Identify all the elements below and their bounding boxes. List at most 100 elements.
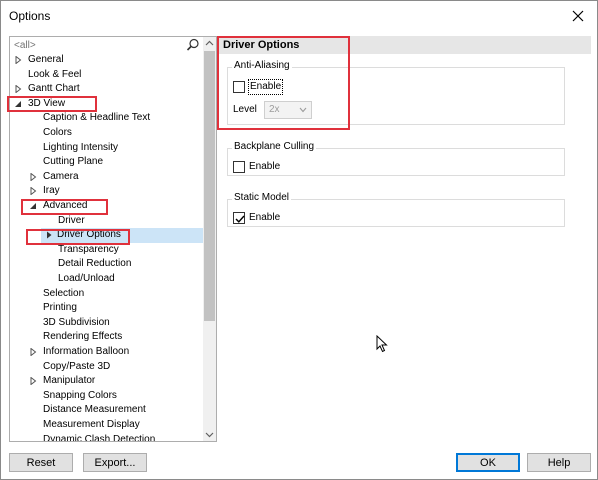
tree-item-label: Rendering Effects <box>43 331 123 343</box>
tree-item-manipulator[interactable]: Manipulator <box>10 374 203 389</box>
close-icon[interactable] <box>567 5 589 27</box>
window-title: Options <box>9 9 51 23</box>
tree-item-information-balloon[interactable]: Information Balloon <box>10 345 203 360</box>
mouse-cursor-icon <box>376 334 388 353</box>
scroll-thumb[interactable] <box>204 51 215 321</box>
title-bar: Options <box>1 1 597 31</box>
tree-item-label: Printing <box>43 302 77 314</box>
chevron-down-icon <box>299 107 307 113</box>
tree-item-3d-subdivision[interactable]: 3D Subdivision <box>10 316 203 331</box>
tree-item-label: Driver <box>58 214 85 226</box>
expanded-arrow-icon[interactable] <box>29 199 39 213</box>
export-button[interactable]: Export... <box>83 453 147 472</box>
tree-item-label: Load/Unload <box>58 273 115 284</box>
tree-item-label: Driver Options <box>57 229 121 241</box>
tree-item-dynamic-clash-detection[interactable]: Dynamic Clash Detection <box>10 433 203 442</box>
tree-item-detail-reduction[interactable]: Detail Reduction <box>10 257 203 272</box>
panel-header: Driver Options <box>217 36 591 54</box>
tree-item-label: Detail Reduction <box>58 258 132 270</box>
tree-item-look-feel[interactable]: Look & Feel <box>10 68 203 83</box>
tree-item-label: Look & Feel <box>28 68 82 80</box>
tree-item-label: General <box>28 54 64 65</box>
tree-item-printing[interactable]: Printing <box>10 301 203 316</box>
static-model-enable-checkbox[interactable]: Enable <box>233 211 293 225</box>
tree-item-3d-view[interactable]: 3D View <box>10 97 203 112</box>
checkbox-label: Enable <box>249 212 281 223</box>
collapsed-arrow-icon[interactable] <box>45 228 55 242</box>
tree-item-label: Advanced <box>43 200 88 211</box>
tree-item-label: Transparency <box>58 243 119 255</box>
expanded-arrow-icon[interactable] <box>14 97 24 111</box>
scroll-up-icon[interactable] <box>203 37 216 50</box>
reset-button[interactable]: Reset <box>9 453 73 472</box>
checkbox-label: Enable <box>247 79 284 95</box>
tree-item-label: Lighting Intensity <box>43 141 119 153</box>
tree-item-transparency[interactable]: Transparency <box>10 243 203 258</box>
tree-item-caption-headline-text[interactable]: Caption & Headline Text <box>10 111 203 126</box>
scroll-down-icon[interactable] <box>203 428 216 441</box>
tree-item-label: Selection <box>43 287 85 299</box>
level-value: 2x <box>269 104 280 115</box>
tree-item-copy-paste-3d[interactable]: Copy/Paste 3D <box>10 360 203 375</box>
backplane-culling-enable-checkbox[interactable]: Enable <box>233 160 293 174</box>
checkbox-box[interactable] <box>233 81 245 93</box>
tree-item-iray[interactable]: Iray <box>10 184 203 199</box>
tree-item-label: Dynamic Clash Detection <box>43 433 156 442</box>
collapsed-arrow-icon[interactable] <box>29 374 39 388</box>
collapsed-arrow-icon[interactable] <box>14 53 24 67</box>
options-tree-panel: General Look & Feel Gantt Chart 3D View Capt… <box>9 36 217 442</box>
collapsed-arrow-icon[interactable] <box>14 82 24 96</box>
collapsed-arrow-icon[interactable] <box>29 184 39 198</box>
tree-item-lighting-intensity[interactable]: Lighting Intensity <box>10 141 203 156</box>
tree-item-colors[interactable]: Colors <box>10 126 203 141</box>
tree-item-label: Copy/Paste 3D <box>43 360 111 372</box>
tree-item-label: Snapping Colors <box>43 389 117 401</box>
tree-item-measurement-display[interactable]: Measurement Display <box>10 418 203 433</box>
tree-item-label: Gantt Chart <box>28 83 80 95</box>
tree-item-advanced[interactable]: Advanced <box>10 199 203 214</box>
checkbox-box[interactable] <box>233 212 245 224</box>
ok-button[interactable]: OK <box>456 453 520 472</box>
collapsed-arrow-icon[interactable] <box>29 345 39 359</box>
tree-item-gantt-chart[interactable]: Gantt Chart <box>10 82 203 97</box>
backplane-culling-title: Backplane Culling <box>232 141 317 152</box>
anti-aliasing-group: Anti-Aliasing Enable Level 2x <box>227 60 565 125</box>
tree-scrollbar[interactable] <box>203 37 216 441</box>
level-select[interactable]: 2x <box>264 101 312 119</box>
help-button[interactable]: Help <box>527 453 591 472</box>
search-icon[interactable] <box>186 38 200 52</box>
backplane-culling-group: Backplane Culling Enable <box>227 141 565 176</box>
settings-panel: Driver Options Anti-Aliasing Enable Leve… <box>217 36 591 442</box>
checkbox-box[interactable] <box>233 161 245 173</box>
tree-item-label: 3D View <box>28 97 66 109</box>
anti-aliasing-title: Anti-Aliasing <box>232 60 292 71</box>
tree-item-selection[interactable]: Selection <box>10 287 203 302</box>
tree-item-label: Cutting Plane <box>43 156 104 168</box>
static-model-title: Static Model <box>232 192 292 203</box>
tree-item-driver[interactable]: Driver <box>10 214 203 229</box>
static-model-group: Static Model Enable <box>227 192 565 227</box>
checkbox-label: Enable <box>249 161 281 172</box>
tree-item-driver-options[interactable]: Driver Options <box>41 228 203 243</box>
level-label: Level <box>233 104 257 115</box>
tree-item-snapping-colors[interactable]: Snapping Colors <box>10 389 203 404</box>
search-input[interactable] <box>12 38 182 52</box>
options-tree: General Look & Feel Gantt Chart 3D View Capt… <box>10 53 203 442</box>
collapsed-arrow-icon[interactable] <box>29 170 39 184</box>
tree-item-distance-measurement[interactable]: Distance Measurement <box>10 403 203 418</box>
tree-item-label: Manipulator <box>43 375 96 387</box>
options-dialog: Options General Look & Feel Gantt Chart 3D … <box>0 0 598 480</box>
tree-item-label: Information Balloon <box>43 346 130 357</box>
tree-item-label: Measurement Display <box>43 419 140 430</box>
tree-item-general[interactable]: General <box>10 53 203 68</box>
tree-item-label: 3D Subdivision <box>43 316 110 328</box>
tree-item-load-unload[interactable]: Load/Unload <box>10 272 203 287</box>
tree-item-camera[interactable]: Camera <box>10 170 203 185</box>
tree-item-label: Iray <box>43 185 60 197</box>
checkmark-icon <box>235 215 245 223</box>
tree-item-cutting-plane[interactable]: Cutting Plane <box>10 155 203 170</box>
tree-item-label: Caption & Headline Text <box>43 112 151 124</box>
tree-item-label: Colors <box>43 127 72 138</box>
tree-item-rendering-effects[interactable]: Rendering Effects <box>10 330 203 345</box>
anti-aliasing-enable-checkbox[interactable]: Enable <box>233 79 293 95</box>
